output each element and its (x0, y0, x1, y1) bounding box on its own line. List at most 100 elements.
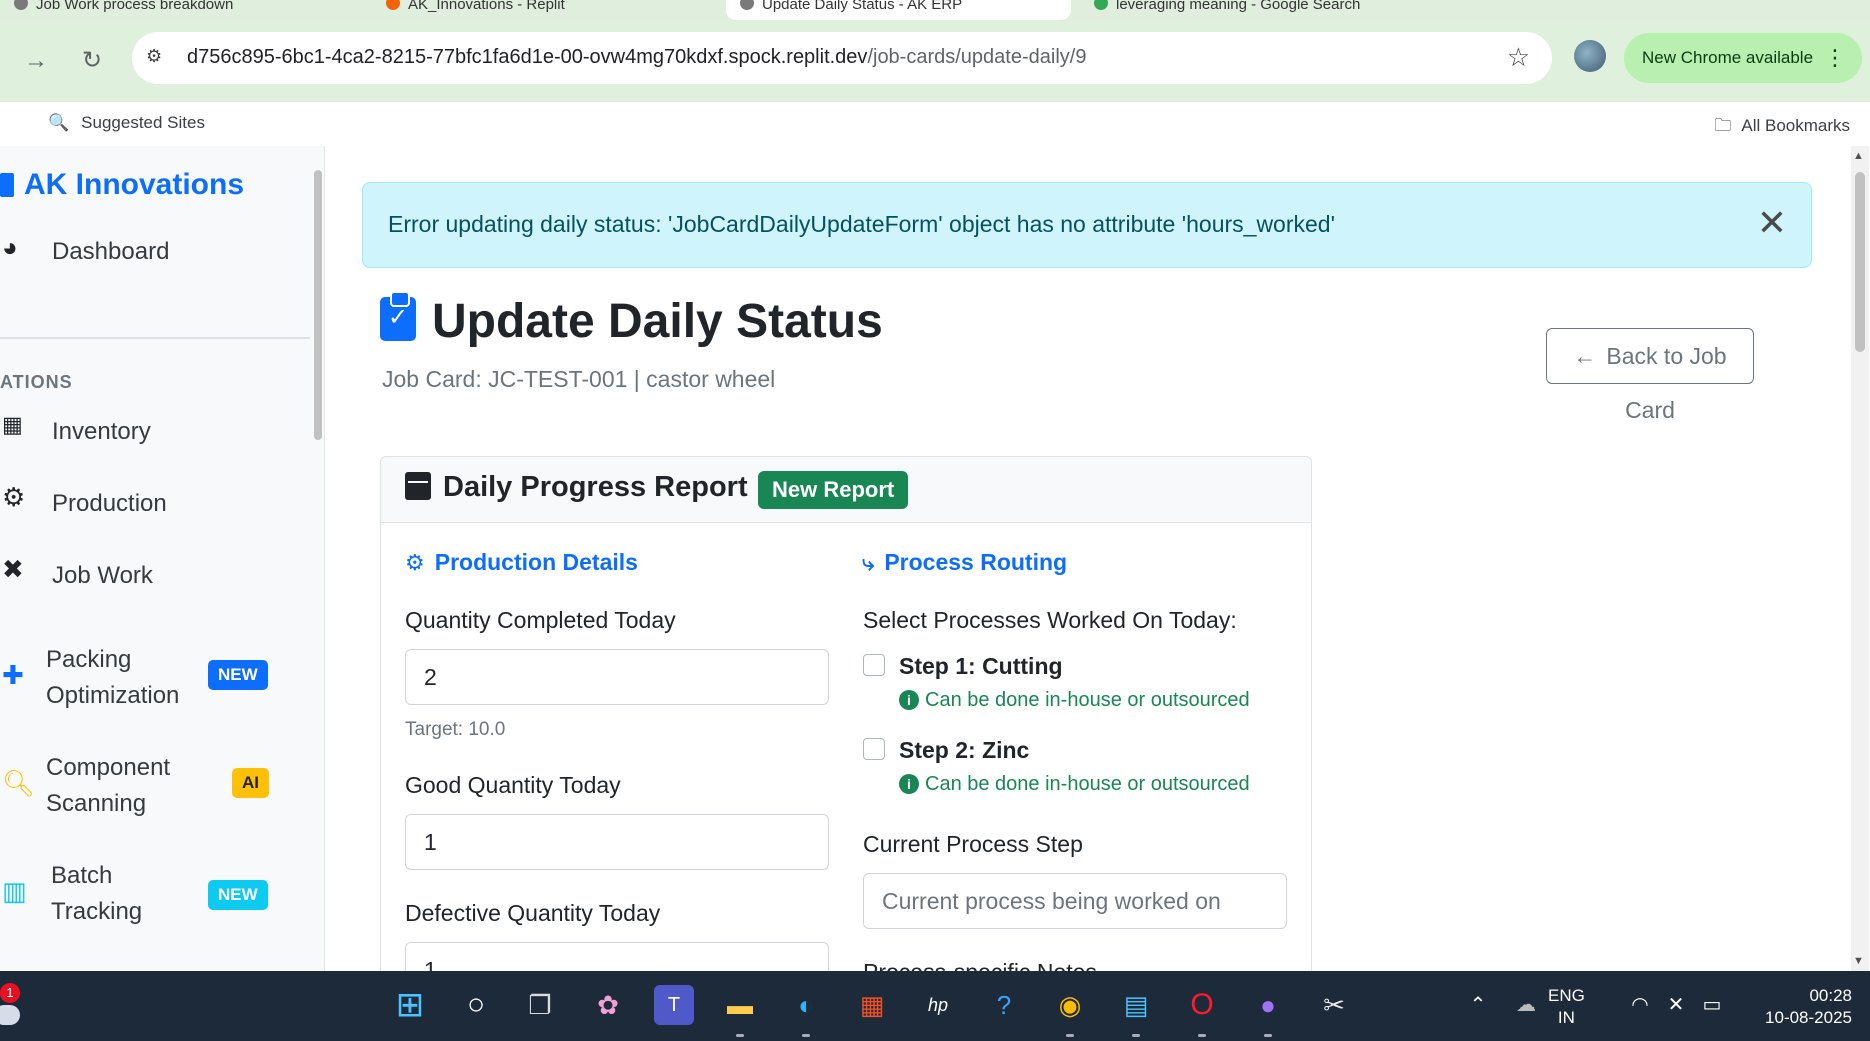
sidebar-divider (0, 337, 310, 339)
profile-avatar[interactable] (1574, 40, 1606, 72)
sidebar-item-label-line2: Tracking (51, 898, 143, 925)
current-step-label: Current Process Step (863, 831, 1083, 857)
browser-tab-active[interactable]: Update Daily Status - AK ERP (726, 0, 1071, 20)
onedrive-icon[interactable]: ☁ (1506, 985, 1546, 1025)
boxes-icon: ▦ (2, 412, 23, 437)
battery-icon[interactable]: ▭ (1692, 985, 1732, 1025)
bookmark-suggested-sites[interactable]: 🔍 Suggested Sites (48, 113, 205, 133)
scroll-up-arrow-icon[interactable]: ▲ (1853, 150, 1864, 162)
replit-icon (386, 0, 400, 10)
defective-qty-label: Defective Quantity Today (405, 900, 661, 926)
task-view-icon[interactable]: ❐ (520, 985, 560, 1025)
running-indicator (1132, 1034, 1140, 1037)
qty-completed-input[interactable]: 2 (405, 649, 829, 705)
sidebar-item-batch-tracking[interactable]: ▥ Batch Tracking NEW (0, 858, 310, 938)
chrome-update-button[interactable]: New Chrome available ⋮ (1624, 33, 1862, 83)
defective-qty-input[interactable]: 1 (405, 942, 829, 971)
store-icon[interactable]: ▦ (852, 985, 892, 1025)
file-explorer-icon[interactable]: ▬ (720, 985, 760, 1025)
sidebar-item-packing-optimization[interactable]: ✚ Packing Optimization NEW (0, 642, 310, 722)
sidebar-item-inventory[interactable]: ▦ Inventory (0, 408, 310, 458)
current-step-input[interactable]: Current process being worked on (863, 873, 1287, 929)
bookmark-label: Suggested Sites (81, 113, 205, 132)
snipping-tool-icon[interactable]: ✂ (1314, 985, 1354, 1025)
sidebar-item-dashboard[interactable]: ◕ Dashboard (0, 228, 310, 278)
opera-icon[interactable]: O (1182, 985, 1222, 1025)
brand-name: AK Innovations (24, 168, 245, 201)
alert-message: Error updating daily status: 'JobCardDai… (388, 211, 1335, 237)
system-clock[interactable]: 00:28 10-08-2025 (1748, 985, 1852, 1029)
wifi-icon[interactable]: ◠ (1620, 985, 1660, 1025)
scroll-down-arrow-icon[interactable]: ▼ (1853, 955, 1864, 967)
error-alert: Error updating daily status: 'JobCardDai… (362, 182, 1812, 268)
all-bookmarks[interactable]: 🗀 All Bookmarks (1714, 113, 1850, 142)
notepad-icon[interactable]: ▤ (1116, 985, 1156, 1025)
cloud-icon (0, 1005, 20, 1025)
edge-icon[interactable]: ◐ (786, 985, 826, 1025)
running-indicator (1264, 1034, 1272, 1037)
running-indicator (802, 1034, 810, 1037)
reload-icon[interactable]: ↻ (74, 43, 110, 79)
card-title: Daily Progress Report (405, 471, 748, 504)
good-qty-input[interactable]: 1 (405, 814, 829, 870)
sidebar-item-component-scanning[interactable]: 🔍︎ Component Scanning AI (0, 750, 310, 830)
browser-tab[interactable]: AK_Innovations - Replit (372, 0, 722, 20)
url-text[interactable]: d756c895-6bc1-4ca2-8215-77bfc1fa6d1e-00-… (187, 46, 1086, 69)
chrome-icon[interactable]: ◉ (1050, 985, 1090, 1025)
copilot-icon[interactable]: ✿ (588, 985, 628, 1025)
tab-title: Update Daily Status - AK ERP (762, 0, 963, 13)
sidebar-item-job-work[interactable]: ✖ Job Work (0, 552, 310, 602)
language-indicator[interactable]: ENG IN (1548, 985, 1585, 1029)
help-icon[interactable]: ? (984, 985, 1024, 1025)
forward-arrow-icon[interactable]: → (18, 43, 54, 79)
sidebar-scrollbar[interactable] (313, 152, 323, 964)
brand-logo[interactable]: AK Innovations (0, 168, 244, 202)
search-icon: 🔍︎ (2, 768, 36, 798)
kebab-menu-icon[interactable]: ⋮ (1824, 33, 1846, 83)
main-scrollbar[interactable]: ▲ ▼ (1851, 146, 1869, 971)
volume-muted-icon[interactable]: ✕ (1656, 985, 1696, 1025)
sidebar-item-label: Packing (46, 646, 132, 673)
clock-date: 10-08-2025 (1765, 1008, 1852, 1027)
search-icon[interactable]: ○ (456, 985, 496, 1025)
notification-badge: 1 (0, 983, 20, 1003)
cogs-icon: ⚙ (2, 482, 26, 512)
page-title-text: Update Daily Status (432, 295, 883, 348)
teams-icon[interactable]: T (654, 985, 694, 1025)
hp-icon[interactable]: hp (918, 985, 958, 1025)
bookmark-star-icon[interactable]: ☆ (1507, 42, 1530, 73)
new-badge: NEW (208, 660, 268, 690)
browser-tab[interactable]: leveraging meaning - Google Search (1080, 0, 1440, 20)
new-badge: NEW (208, 880, 268, 910)
target-helper-text: Target: 10.0 (405, 719, 506, 740)
scrollbar-thumb[interactable] (314, 170, 322, 440)
step-1-checkbox[interactable] (863, 654, 885, 676)
weather-widget[interactable]: 1 (0, 981, 34, 1031)
tools-icon: ✖ (2, 554, 24, 584)
github-icon[interactable]: ● (1248, 985, 1288, 1025)
navigation-bar: → ↻ ⚙ d756c895-6bc1-4ca2-8215-77bfc1fa6d… (0, 22, 1870, 102)
tab-title: Job Work process breakdown (36, 0, 234, 13)
process-notes-label: Process-specific Notes (863, 959, 1097, 971)
address-bar[interactable]: ⚙ d756c895-6bc1-4ca2-8215-77bfc1fa6d1e-0… (132, 32, 1552, 84)
sidebar-item-label: Batch (51, 862, 113, 889)
chevron-up-icon[interactable]: ⌃ (1458, 985, 1498, 1025)
scrollbar-thumb[interactable] (1855, 172, 1865, 352)
section-heading-text: Production Details (434, 549, 638, 575)
site-info-icon[interactable]: ⚙ (146, 46, 170, 70)
step-2-checkbox[interactable] (863, 738, 885, 760)
step-1-label[interactable]: Step 1: Cutting (899, 653, 1063, 680)
new-report-badge: New Report (758, 471, 909, 509)
sidebar-item-production[interactable]: ⚙ Production (0, 480, 310, 530)
sidebar: AK Innovations ◕ Dashboard ATIONS ▦ Inve… (0, 146, 325, 971)
windows-start-icon[interactable]: ⊞ (390, 985, 430, 1025)
step-note-text: Can be done in-house or outsourced (925, 689, 1250, 711)
back-to-job-card-button[interactable]: ← Back to Job Card (1546, 328, 1754, 423)
tab-favicon-icon (740, 0, 754, 10)
sidebar-section-heading: ATIONS (0, 372, 73, 392)
close-icon[interactable]: ✕ (1757, 201, 1787, 245)
step-2-label[interactable]: Step 2: Zinc (899, 737, 1029, 764)
browser-tab[interactable]: Job Work process breakdown (0, 0, 360, 20)
daily-progress-card: Daily Progress Report New Report ⚙ Produc… (380, 456, 1312, 971)
info-circle-icon: i (899, 690, 919, 710)
